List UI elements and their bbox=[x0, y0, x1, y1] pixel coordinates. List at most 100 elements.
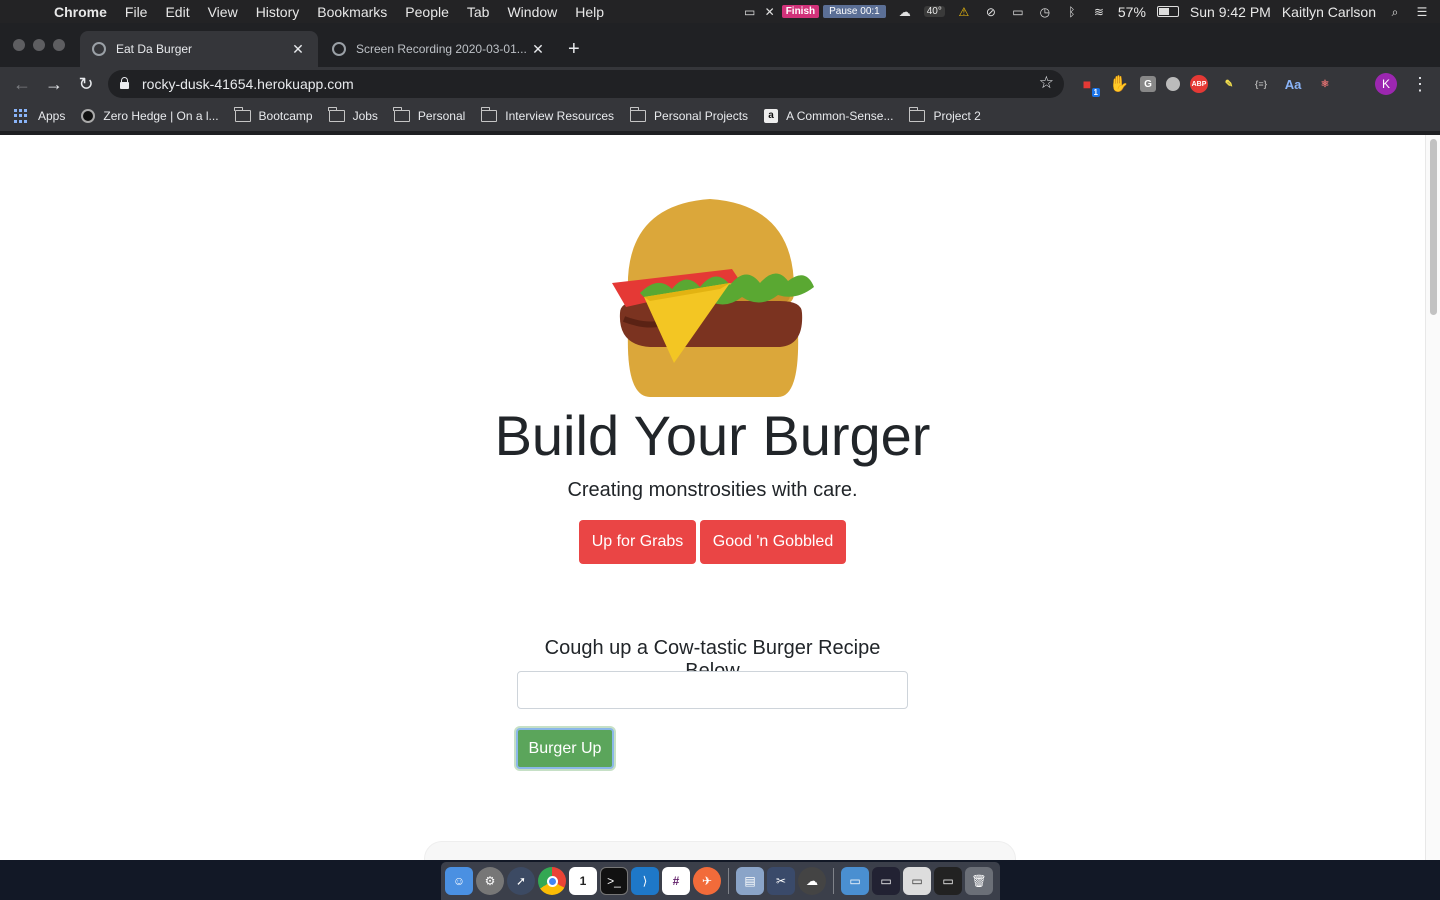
vscode-icon[interactable]: ⟩ bbox=[631, 867, 659, 895]
menu-window[interactable]: Window bbox=[498, 4, 566, 20]
page-scrollbar[interactable] bbox=[1425, 135, 1440, 860]
profile-avatar[interactable]: K bbox=[1375, 73, 1397, 95]
bookmark-common-sense[interactable]: a A Common-Sense... bbox=[764, 109, 893, 123]
bookmark-label: Jobs bbox=[352, 109, 378, 123]
menu-help[interactable]: Help bbox=[566, 4, 613, 20]
bookmark-zero-hedge[interactable]: Zero Hedge | On a l... bbox=[81, 109, 219, 123]
camera-off-icon[interactable]: ▭ bbox=[742, 5, 758, 19]
window-controls bbox=[13, 39, 65, 51]
time-machine-icon[interactable]: ◷ bbox=[1037, 5, 1053, 19]
minimize-window-button[interactable] bbox=[33, 39, 45, 51]
battery-level bbox=[1158, 8, 1169, 15]
chrome-icon[interactable] bbox=[538, 867, 566, 895]
react-devtools-icon[interactable]: ⚛ bbox=[1314, 73, 1336, 95]
trash-icon[interactable]: 🗑 bbox=[965, 867, 993, 895]
new-tab-icon[interactable]: + bbox=[568, 38, 580, 61]
close-tab-icon[interactable]: ✕ bbox=[530, 41, 546, 58]
bookmark-project-2[interactable]: Project 2 bbox=[908, 107, 981, 123]
zoom-window-button[interactable] bbox=[53, 39, 65, 51]
calendar-icon[interactable]: 1 bbox=[569, 867, 597, 895]
back-arrow-icon[interactable]: ← bbox=[10, 73, 34, 95]
user-name[interactable]: Kaitlyn Carlson bbox=[1282, 4, 1376, 20]
preview-icon[interactable]: ▤ bbox=[736, 867, 764, 895]
temperature-readout[interactable]: 40° bbox=[923, 6, 945, 17]
terminal-icon[interactable]: >_ bbox=[600, 867, 628, 895]
downloads-folder-icon[interactable]: ▭ bbox=[841, 867, 869, 895]
battery-icon[interactable] bbox=[1156, 6, 1179, 17]
url-text[interactable]: rocky-dusk-41654.herokuapp.com bbox=[142, 76, 354, 92]
burger-list-card bbox=[424, 841, 1016, 860]
loading-icon bbox=[332, 42, 346, 56]
recorder-pause-button[interactable]: Pause 00:1 bbox=[823, 5, 886, 18]
menu-app-name[interactable]: Chrome bbox=[54, 4, 116, 20]
minimized-window-icon[interactable]: ▭ bbox=[903, 867, 931, 895]
page-viewport: Build Your Burger Creating monstrosities… bbox=[0, 135, 1440, 860]
close-icon[interactable]: ✕ bbox=[762, 5, 778, 19]
spotlight-search-icon[interactable]: ⌕ bbox=[1387, 5, 1403, 19]
warning-icon[interactable]: ⚠ bbox=[956, 5, 972, 19]
burger-name-input[interactable] bbox=[517, 671, 908, 709]
menu-view[interactable]: View bbox=[199, 4, 247, 20]
slack-icon[interactable]: # bbox=[662, 867, 690, 895]
postman-icon[interactable]: ✈ bbox=[693, 867, 721, 895]
scrollbar-thumb[interactable] bbox=[1430, 139, 1437, 315]
lock-icon[interactable] bbox=[120, 77, 129, 89]
tab-strip: Eat Da Burger ✕ Screen Recording 2020-03… bbox=[0, 23, 1440, 67]
battery-percent[interactable]: 57% bbox=[1118, 4, 1146, 20]
good-n-gobbled-button[interactable]: Good 'n Gobbled bbox=[700, 520, 846, 564]
screenshot-icon[interactable]: ✂ bbox=[767, 867, 795, 895]
menu-file[interactable]: File bbox=[116, 4, 157, 20]
video-extension-icon[interactable]: ■ 1 bbox=[1076, 73, 1100, 97]
cloud-icon[interactable]: ☁ bbox=[897, 5, 913, 19]
dictionary-extension-icon[interactable]: Aa bbox=[1282, 73, 1304, 95]
bookmark-label: A Common-Sense... bbox=[786, 109, 894, 123]
bookmark-personal[interactable]: Personal bbox=[393, 107, 465, 123]
json-extension-icon[interactable]: {≡} bbox=[1250, 73, 1272, 95]
notification-center-icon[interactable]: ☰ bbox=[1414, 5, 1430, 19]
close-window-button[interactable] bbox=[13, 39, 25, 51]
tab-eat-da-burger[interactable]: Eat Da Burger ✕ bbox=[80, 31, 318, 67]
chrome-menu-icon[interactable]: ⋮ bbox=[1411, 73, 1429, 95]
minimized-window-icon[interactable]: ▭ bbox=[934, 867, 962, 895]
forward-arrow-icon[interactable]: → bbox=[42, 73, 66, 95]
launchpad-icon[interactable]: ➚ bbox=[507, 867, 535, 895]
menu-tab[interactable]: Tab bbox=[458, 4, 499, 20]
bookmark-bootcamp[interactable]: Bootcamp bbox=[234, 107, 313, 123]
bookmark-star-icon[interactable]: ☆ bbox=[1039, 73, 1054, 93]
close-tab-icon[interactable]: ✕ bbox=[290, 41, 306, 58]
system-preferences-icon[interactable]: ⚙ bbox=[476, 867, 504, 895]
up-for-grabs-button[interactable]: Up for Grabs bbox=[579, 520, 696, 564]
minimized-window-icon[interactable]: ▭ bbox=[872, 867, 900, 895]
bookmark-personal-projects[interactable]: Personal Projects bbox=[629, 107, 748, 123]
eyedropper-extension-icon[interactable]: ✎ bbox=[1218, 73, 1240, 95]
burger-up-button[interactable]: Burger Up bbox=[516, 728, 614, 769]
globe-icon bbox=[92, 42, 106, 56]
menu-history[interactable]: History bbox=[247, 4, 309, 20]
reload-icon[interactable]: ↻ bbox=[74, 73, 98, 95]
dock-separator bbox=[728, 868, 729, 894]
cloud-app-icon[interactable]: ☁ bbox=[798, 867, 826, 895]
dnd-icon[interactable]: ⊘ bbox=[983, 5, 999, 19]
bookmark-label: Apps bbox=[38, 109, 66, 123]
tab-screen-recording[interactable]: Screen Recording 2020-03-01... ✕ bbox=[320, 31, 558, 67]
circle-extension-icon[interactable] bbox=[1166, 77, 1180, 91]
finder-icon[interactable]: ☺ bbox=[445, 867, 473, 895]
adblock-plus-icon[interactable]: ABP bbox=[1190, 75, 1208, 93]
grammarly-extension-icon[interactable]: G bbox=[1140, 76, 1156, 92]
extensions-bar: ■ 1 ✋ G ABP ✎ {≡} Aa ⚛ bbox=[1076, 73, 1336, 97]
menu-bookmarks[interactable]: Bookmarks bbox=[308, 4, 396, 20]
screen-recorder-controls: ▭ ✕ Finish Pause 00:1 bbox=[742, 5, 886, 19]
menu-edit[interactable]: Edit bbox=[156, 4, 198, 20]
address-bar[interactable]: rocky-dusk-41654.herokuapp.com ☆ bbox=[108, 70, 1064, 98]
wifi-icon[interactable]: ≋ bbox=[1091, 5, 1107, 19]
bookmark-jobs[interactable]: Jobs bbox=[328, 107, 378, 123]
clock[interactable]: Sun 9:42 PM bbox=[1190, 4, 1271, 20]
menu-people[interactable]: People bbox=[396, 4, 458, 20]
bluetooth-icon[interactable]: ᛒ bbox=[1064, 5, 1080, 19]
bookmark-apps[interactable]: Apps bbox=[14, 109, 65, 123]
hand-stop-extension-icon[interactable]: ✋ bbox=[1108, 73, 1130, 95]
airplay-icon[interactable]: ▭ bbox=[1010, 5, 1026, 19]
browser-toolbar: ← → ↻ rocky-dusk-41654.herokuapp.com ☆ ■… bbox=[0, 67, 1440, 101]
bookmark-interview-resources[interactable]: Interview Resources bbox=[480, 107, 614, 123]
recorder-finish-button[interactable]: Finish bbox=[781, 5, 820, 18]
